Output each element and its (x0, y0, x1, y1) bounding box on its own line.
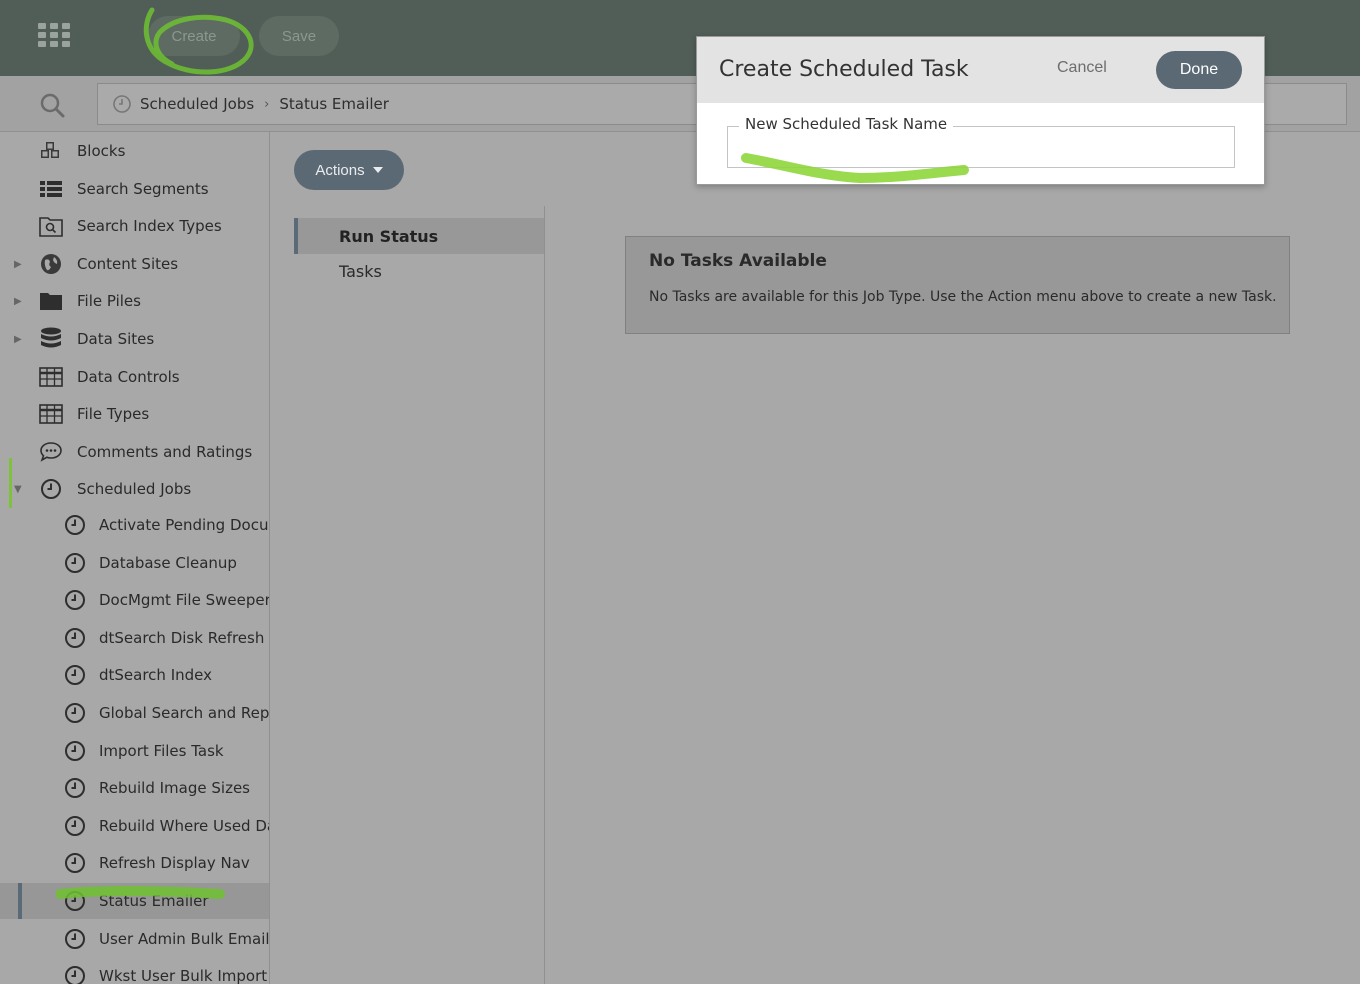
sidebar-job-label: DocMgmt File Sweeper (99, 591, 270, 610)
caret-right-icon[interactable]: ▶ (14, 334, 22, 345)
apps-grid-icon[interactable] (38, 23, 70, 47)
sidebar: Blocks Search Segments Search Index Type… (0, 132, 270, 984)
breadcrumb-item-scheduled-jobs[interactable]: Scheduled Jobs (140, 95, 254, 113)
actions-label: Actions (315, 161, 365, 179)
clock-icon (62, 927, 88, 951)
notice-text: No Tasks are available for this Job Type… (649, 289, 1277, 305)
sidebar-job-item[interactable]: Rebuild Image Sizes (0, 770, 269, 806)
folder-icon (38, 289, 64, 313)
clock-icon (112, 94, 132, 114)
dialog-title: Create Scheduled Task (719, 57, 969, 82)
caret-right-icon[interactable]: ▶ (14, 296, 22, 307)
sidebar-job-label: Global Search and Replace (99, 704, 270, 722)
dialog-header: Create Scheduled Task Cancel Done (697, 37, 1264, 103)
sidebar-job-item[interactable]: Global Search and Replace (0, 695, 270, 731)
sidebar-item-comments-and-ratings[interactable]: Comments and Ratings (0, 434, 269, 470)
sidebar-job-label: Wkst User Bulk Import (99, 967, 268, 984)
globe-icon (38, 252, 64, 276)
clock-icon (38, 477, 64, 501)
caret-down-icon[interactable]: ▼ (14, 484, 22, 495)
sidebar-job-label: Rebuild Where Used Data (99, 816, 269, 835)
sidebar-item-content-sites[interactable]: ▶ Content Sites (0, 246, 269, 282)
sidebar-job-label: User Admin Bulk Emailer (99, 929, 270, 948)
sidebar-job-item[interactable]: Rebuild Where Used Data (0, 808, 269, 844)
sidebar-item-file-types[interactable]: File Types (0, 396, 269, 432)
sidebar-job-item[interactable]: Refresh Display Nav (0, 845, 269, 881)
sidebar-job-item[interactable]: Database Cleanup (0, 545, 269, 581)
no-tasks-notice: No Tasks Available No Tasks are availabl… (625, 236, 1290, 334)
clock-icon (62, 889, 88, 913)
caret-right-icon[interactable]: ▶ (14, 259, 22, 270)
sidebar-item-search-segments[interactable]: Search Segments (0, 171, 269, 207)
sidebar-job-label: dtSearch Disk Refresh (99, 628, 265, 647)
sidebar-job-item[interactable]: User Admin Bulk Emailer (0, 921, 270, 957)
sidebar-job-item[interactable]: dtSearch Disk Refresh (0, 620, 269, 656)
sidebar-job-label: Rebuild Image Sizes (99, 779, 250, 798)
create-button[interactable]: Create (148, 16, 240, 56)
chevron-right-icon: › (264, 96, 270, 112)
breadcrumb-item-current: Status Emailer (279, 95, 389, 113)
search-index-icon (38, 214, 64, 238)
task-name-input[interactable] (732, 135, 1230, 163)
sidebar-job-item[interactable]: DocMgmt File Sweeper (0, 582, 270, 618)
blocks-icon (38, 139, 64, 163)
sidebar-item-data-sites[interactable]: ▶ Data Sites (0, 321, 269, 357)
job-tabs: Run Status Tasks (294, 206, 545, 984)
task-name-field: New Scheduled Task Name (727, 115, 1235, 168)
clock-icon (62, 588, 88, 612)
task-name-label: New Scheduled Task Name (739, 115, 954, 133)
sidebar-job-item[interactable]: Import Files Task (0, 733, 269, 769)
sidebar-job-item[interactable]: dtSearch Index (0, 657, 269, 693)
clock-icon (62, 814, 88, 838)
notice-title: No Tasks Available (649, 251, 827, 271)
sidebar-item-search-index-types[interactable]: Search Index Types (0, 208, 269, 244)
clock-icon (62, 626, 88, 650)
database-icon (38, 327, 64, 351)
clock-icon (62, 851, 88, 875)
sidebar-job-label: Database Cleanup (99, 553, 237, 572)
sidebar-item-blocks[interactable]: Blocks (0, 133, 269, 169)
clock-icon (62, 739, 88, 763)
list-icon (38, 177, 64, 201)
tab-tasks[interactable]: Tasks (294, 253, 544, 289)
caret-down-icon (372, 167, 383, 173)
clock-icon (62, 964, 88, 984)
search-icon[interactable] (38, 91, 66, 119)
comment-icon (38, 440, 64, 464)
sidebar-item-data-controls[interactable]: Data Controls (0, 359, 269, 395)
sidebar-item-scheduled-jobs[interactable]: ▼ Scheduled Jobs (0, 471, 269, 507)
sidebar-job-label: Status Emailer (99, 892, 209, 910)
clock-icon (62, 701, 88, 725)
sidebar-job-label: Activate Pending Documents (99, 516, 269, 534)
sidebar-job-item[interactable]: Status Emailer (0, 883, 269, 919)
clock-icon (62, 663, 88, 687)
done-button[interactable]: Done (1156, 51, 1242, 89)
actions-button[interactable]: Actions (294, 150, 404, 190)
save-button[interactable]: Save (259, 16, 339, 56)
table-icon (38, 365, 64, 389)
cancel-button[interactable]: Cancel (1057, 59, 1107, 77)
sidebar-job-item[interactable]: Wkst User Bulk Import (0, 958, 269, 984)
sidebar-job-label: Refresh Display Nav (99, 854, 250, 873)
sidebar-job-label: Import Files Task (99, 741, 224, 760)
table-icon (38, 402, 64, 426)
clock-icon (62, 513, 88, 537)
create-scheduled-task-dialog: Create Scheduled Task Cancel Done New Sc… (696, 36, 1265, 185)
clock-icon (62, 551, 88, 575)
clock-icon (62, 776, 88, 800)
selection-indicator (18, 883, 22, 919)
sidebar-job-item[interactable]: Activate Pending Documents (0, 507, 269, 543)
tab-run-status[interactable]: Run Status (294, 218, 544, 254)
sidebar-job-label: dtSearch Index (99, 666, 212, 685)
sidebar-item-file-piles[interactable]: ▶ File Piles (0, 283, 269, 319)
